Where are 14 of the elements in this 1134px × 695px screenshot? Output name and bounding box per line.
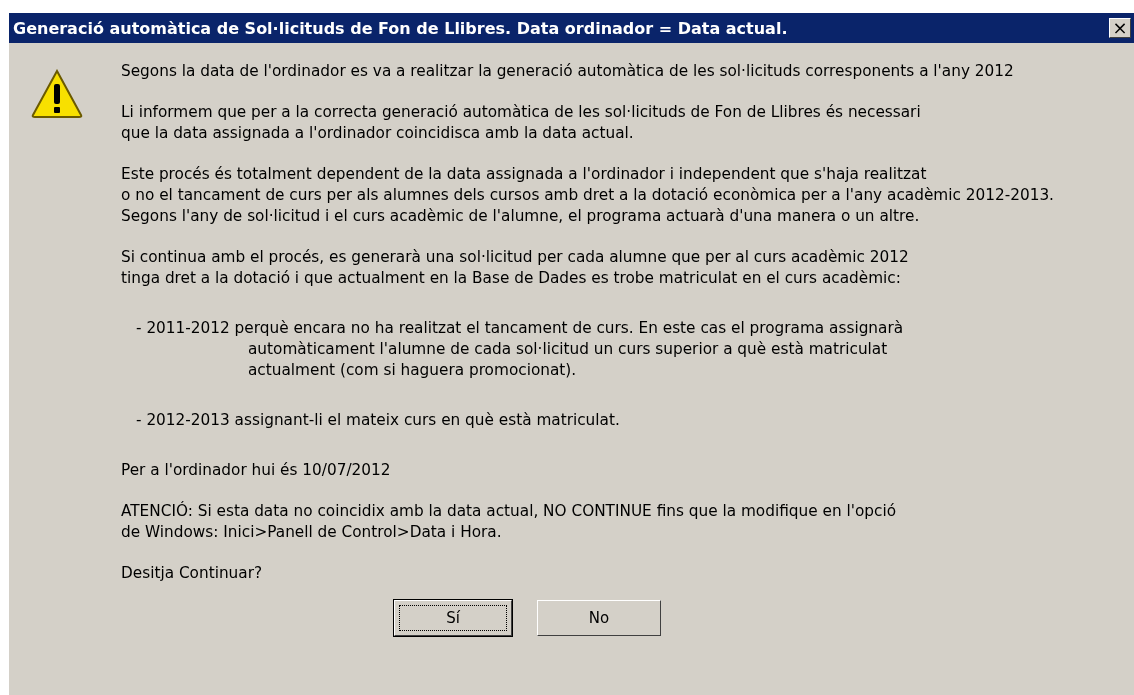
message-paragraph: Segons la data de l'ordinador es va a realitzar la generació automàtica de les sol·licituds corresponents a l'any 2012 <box>121 61 1015 82</box>
message-paragraph: ATENCIÓ: Si esta data no coincidix amb la data actual, NO CONTINUE fins que la modifique en l'opció de Windows: Inici>Panell de Control>Data i Hora. <box>121 501 897 543</box>
dialog-button[interactable]: No <box>537 600 661 636</box>
message-paragraph: Desitja Continuar? <box>121 563 264 584</box>
bullet-item: - 2011-2012 perquè encara no ha realitzat el tancament de curs. En este cas el programa assignarà automàticament l'alumne de cada sol·licitud un curs superior a què està matriculat actualment (com si haguera promocionat). <box>135 318 905 381</box>
window-title: Generació automàtica de Sol·licituds de Fon de Llibres. Data ordinador = Data actual. <box>13 18 788 38</box>
message-paragraph: Li informem que per a la correcta generació automàtica de les sol·licituds de Fon de Llibres és necessari que la data assignada a l'ordinador coincidisca amb la data actual. <box>121 102 922 144</box>
message-paragraph: Si continua amb el procés, es generarà una sol·licitud per cada alumne que per al curs acadèmic 2012 tinga dret a la dotació i que actualment en la Base de Dades es trobe matriculat en el curs acadèmic: <box>121 247 910 289</box>
message-paragraph: Per a l'ordinador hui és 10/07/2012 <box>121 460 392 481</box>
close-button[interactable]: × <box>1109 18 1131 38</box>
message-paragraph: Este procés és totalment dependent de la data assignada a l'ordinador i independent que s'haja realitzat o no el tancament de curs per als alumnes dels cursos amb dret a la dotació econòmica per a l'any acadèmic 2012-2013. Segons l'any de sol·licitud i el curs acadèmic de l'alumne, el programa actuarà d'una manera o un altre. <box>121 164 1054 227</box>
warning-icon <box>31 69 83 119</box>
dialog-button[interactable]: Sí <box>394 600 512 636</box>
bullet-item: - 2012-2013 assignant-li el mateix curs en què està matriculat. <box>135 410 621 431</box>
